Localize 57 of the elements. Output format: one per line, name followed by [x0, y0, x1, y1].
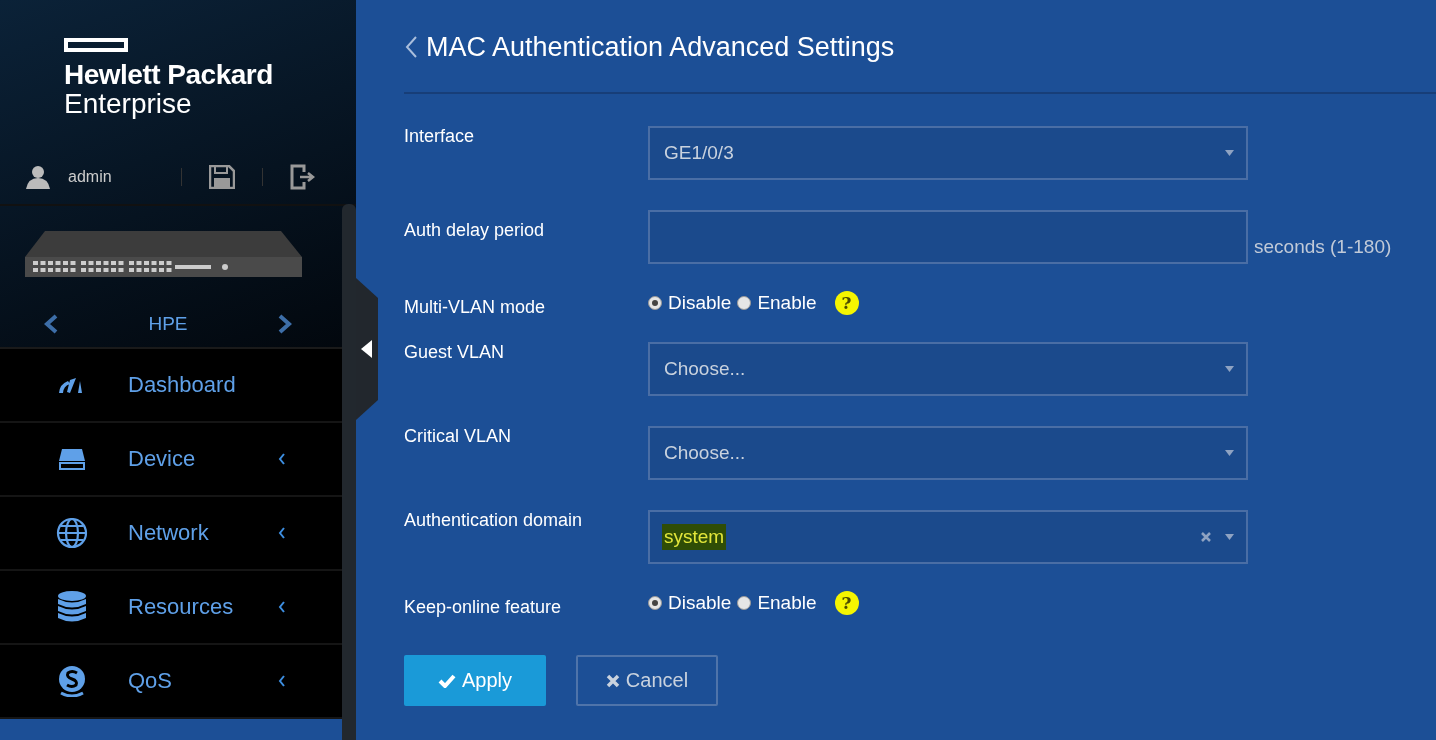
check-icon: [438, 673, 456, 688]
radio-label: Enable: [757, 592, 817, 614]
qos-icon: [57, 665, 87, 697]
scrollbar[interactable]: [342, 204, 356, 740]
help-icon[interactable]: ?: [834, 591, 859, 615]
radio-label: Disable: [668, 592, 732, 614]
chevron-left-icon[interactable]: [44, 314, 58, 334]
page-title: MAC Authentication Advanced Settings: [426, 31, 895, 63]
radio-option[interactable]: Enable: [737, 592, 817, 614]
radio-button[interactable]: [737, 296, 752, 310]
clear-icon[interactable]: [1201, 532, 1211, 542]
input-field[interactable]: [648, 210, 1248, 264]
logout-icon[interactable]: [290, 164, 316, 190]
dropdown-field[interactable]: Choose...: [648, 342, 1248, 396]
field-label: Keep-online feature: [404, 596, 563, 618]
logo-text: Hewlett Packard: [64, 61, 273, 89]
field-label: Multi-VLAN mode: [404, 296, 547, 318]
user-name: admin: [68, 168, 113, 186]
database-icon: [57, 591, 87, 623]
field-label: Authentication domain: [404, 510, 584, 531]
cancel-button[interactable]: Cancel: [576, 655, 718, 706]
dropdown-caret-icon: [1225, 534, 1234, 540]
field-label: Critical VLAN: [404, 426, 513, 447]
collapse-arrow-icon[interactable]: [361, 340, 372, 358]
chevron-right-icon[interactable]: [278, 314, 292, 334]
dropdown-field[interactable]: GE1/0/3: [648, 126, 1248, 180]
dropdown-field[interactable]: system: [648, 510, 1248, 564]
radio-button[interactable]: [648, 596, 662, 610]
globe-icon: [56, 517, 88, 549]
unit-hint: seconds (1-180): [1254, 236, 1392, 258]
menu-item[interactable]: Resources: [0, 571, 342, 645]
dropdown-field[interactable]: Choose...: [648, 426, 1248, 480]
radio-button[interactable]: [737, 596, 752, 610]
save-icon[interactable]: [209, 165, 235, 189]
radio-option[interactable]: Disable: [648, 592, 732, 614]
logo-icon: [64, 38, 128, 52]
field-label: Interface: [404, 126, 476, 147]
field-label: Guest VLAN: [404, 342, 506, 363]
radio-label: Disable: [668, 292, 732, 314]
dropdown-caret-icon: [1225, 366, 1234, 372]
close-icon: [605, 673, 620, 688]
dropdown-caret-icon: [1225, 450, 1234, 456]
menu-item[interactable]: Network: [0, 497, 342, 571]
radio-option[interactable]: Disable: [648, 292, 732, 314]
user-icon: [26, 165, 50, 189]
menu-item[interactable]: QoS: [0, 645, 342, 719]
logo-text: Enterprise: [64, 89, 192, 119]
dropdown-caret-icon: [1225, 150, 1234, 156]
radio-option[interactable]: Enable: [737, 292, 817, 314]
field-label: Auth delay period: [404, 219, 546, 241]
drive-icon: [58, 447, 86, 471]
menu-item[interactable]: Device: [0, 423, 342, 497]
device-name: HPE: [148, 313, 188, 335]
help-icon[interactable]: ?: [834, 291, 859, 315]
menu-item[interactable]: Dashboard: [0, 349, 342, 423]
radio-button[interactable]: [648, 296, 662, 310]
radio-label: Enable: [757, 292, 817, 314]
